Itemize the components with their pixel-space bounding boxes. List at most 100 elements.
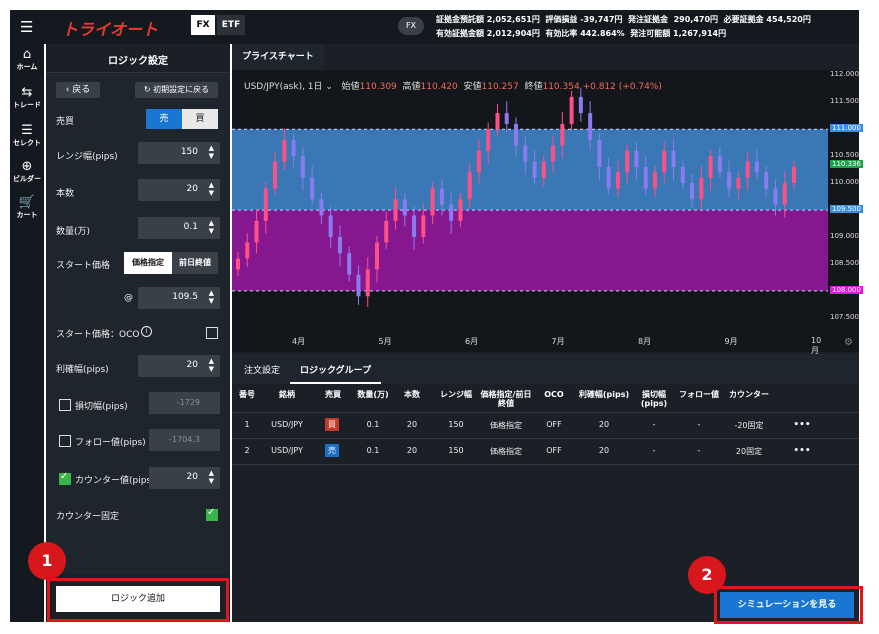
side-nav: ⌂ ホーム ⇆ トレード ☰ セレクト ⊕ ビルダー 🛒 カート [10,44,44,622]
qty-value: 0.1 [183,222,198,232]
info-icon[interactable]: i [141,326,152,337]
chart-symbol[interactable]: USD/JPY(ask), 1日 [244,82,323,92]
follow-value: -1704.3 [169,435,200,444]
stepper-arrows-icon[interactable]: ▲ ▼ [209,219,214,235]
candle-body [560,123,565,146]
candle-body [504,113,509,124]
candle-body [662,150,667,173]
sell-toggle[interactable]: 売 [146,109,182,129]
stepper-arrows-icon[interactable]: ▲ ▼ [209,181,214,197]
candle-body [254,220,259,243]
stepper-arrows-icon[interactable]: ▲ ▼ [209,144,214,160]
prev-close-toggle[interactable]: 前日終値 [172,252,218,274]
candle-body [439,188,444,205]
buy-toggle[interactable]: 買 [182,109,218,129]
stat-value: 442.864% [580,29,625,38]
candle-body [717,156,722,173]
table-cell: - [652,420,656,429]
table-cell: OFF [546,420,562,429]
chevron-down-icon[interactable]: ⌄ [325,82,333,92]
tab-etf[interactable]: ETF [217,15,245,35]
x-tick-label: 4月 [292,337,306,346]
stat-label: 発注証拠金 [628,15,668,24]
highlight-box-1 [47,578,229,622]
bottom-tabs: 注文設定 ロジックグループ [232,354,859,384]
stat-label: 証拠金預託額 [436,15,484,24]
table-cell: - [652,446,656,455]
stepper-arrows-icon[interactable]: ▲ ▼ [209,469,214,485]
candle-body [634,150,639,167]
counter-stepper[interactable]: 20 ▲ ▼ [149,467,220,489]
stop-input[interactable]: -1729 [149,392,220,414]
candle-body [300,156,305,178]
stepper-arrows-icon[interactable]: ▲ ▼ [209,289,214,305]
column-header: カウンター [729,390,769,399]
y-tick-label: 110.000 [830,178,859,187]
qty-stepper[interactable]: 0.1 ▲ ▼ [138,217,220,239]
nav-builder[interactable]: ⊕ ビルダー [10,160,44,184]
oco-checkbox[interactable] [206,327,218,339]
nav-home[interactable]: ⌂ ホーム [10,48,44,72]
count-stepper[interactable]: 20 ▲ ▼ [138,179,220,201]
candle-body [236,258,240,270]
nav-label: カート [16,211,38,219]
follow-input[interactable]: -1704.3 [149,429,220,451]
stat-value: 2,012,904円 [486,29,540,38]
row-menu-button[interactable]: ••• [776,446,828,456]
counter-fixed-checkbox[interactable] [206,507,218,521]
account-stats: 証拠金預託額 2,052,651円 評価損益 -39,747円 発注証拠金 29… [436,13,856,41]
candle-body [523,145,528,162]
candle-body [412,215,417,238]
candle-body [782,183,787,205]
back-button[interactable]: ‹ 戻る [56,82,100,98]
candle-body [773,188,778,205]
nav-trade[interactable]: ⇆ トレード [10,86,44,110]
reset-button[interactable]: ↻ 初期設定に戻る [135,82,218,98]
menu-icon[interactable]: ☰ [20,18,33,36]
range-stepper[interactable]: 150 ▲ ▼ [138,142,220,164]
candle-body [699,177,704,200]
price-spec-toggle[interactable]: 価格指定 [124,252,172,274]
nav-cart[interactable]: 🛒 カート [10,196,44,220]
tab-price-chart[interactable]: プライスチャート [232,44,324,72]
counter-value: 20 [186,472,198,482]
callout-1: 1 [28,542,66,580]
select-icon: ☰ [21,123,33,138]
counter-checkbox[interactable] [59,471,71,485]
table-cell: 2 [244,446,250,455]
row-menu-button[interactable]: ••• [776,420,828,430]
y-tick-label: 111.000 [830,124,863,133]
candle-body [337,237,342,254]
logo[interactable]: トライオート [62,16,158,40]
start-price-stepper[interactable]: 109.5 ▲ ▼ [138,287,220,309]
table-cell: 0.1 [366,446,380,455]
chart-settings-icon[interactable]: ⚙ [844,337,853,348]
table-cell: - [697,446,701,455]
profit-stepper[interactable]: 20 ▲ ▼ [138,355,220,377]
tab-logic-group[interactable]: ロジックグループ [290,363,382,384]
tab-fx[interactable]: FX [191,15,215,35]
column-header: フォロー値 [679,390,719,399]
price-chart[interactable]: USD/JPY(ask), 1日 ⌄ 始値110.309 高値110.420 安… [232,70,828,352]
count-value: 20 [186,184,198,194]
nav-select[interactable]: ☰ セレクト [10,124,44,148]
candle-body [328,215,333,238]
candle-body [347,253,352,275]
at-symbol: @ [124,293,133,303]
panel-title: ロジック設定 [108,56,168,67]
stat-label: 必要証拠金 [723,15,764,24]
y-tick-label: 110.500 [830,151,859,160]
tab-order-settings[interactable]: 注文設定 [244,363,280,376]
profit-label: 利確幅(pips) [56,365,109,375]
stop-label: 損切幅(pips) [75,402,128,412]
table-cell: - [697,420,701,429]
stop-checkbox[interactable] [59,399,71,411]
cart-icon: 🛒 [18,195,36,210]
x-tick-label: 7月 [551,337,565,346]
table-cell: 20 [598,446,610,455]
table-cell: 20 [406,446,418,455]
x-tick-label: 6月 [465,337,479,346]
stepper-arrows-icon[interactable]: ▲ ▼ [209,357,214,373]
follow-checkbox[interactable] [59,435,71,447]
candle-body [245,242,250,259]
